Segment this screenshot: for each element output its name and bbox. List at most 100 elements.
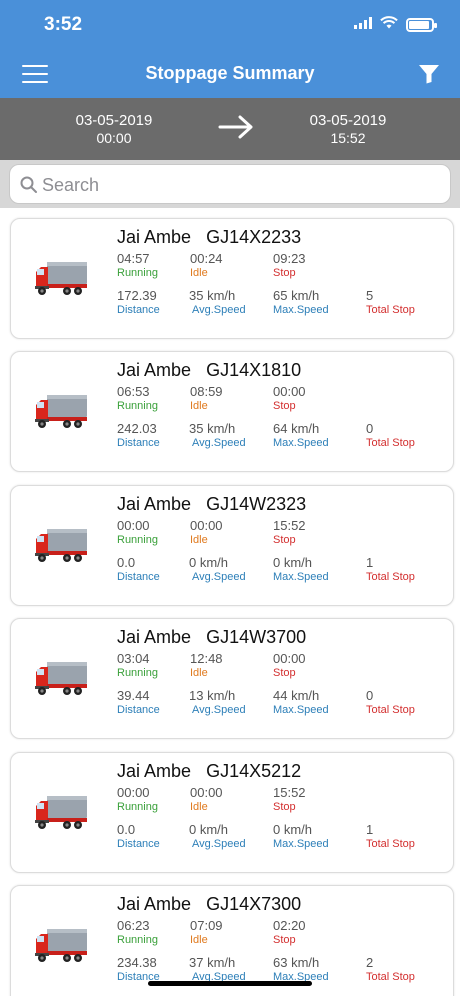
running-label: Running [117, 533, 158, 546]
running-value: 00:00 [117, 517, 150, 533]
distance-value: 0.0 [117, 554, 136, 570]
truck-icon [33, 259, 89, 302]
total-stop-value: 0 [366, 688, 374, 704]
running-cell: 00:00 Running [117, 518, 158, 546]
running-cell: 03:04 Running [117, 651, 158, 679]
distance-value: 172.39 [117, 288, 157, 303]
idle-value: 08:59 [190, 384, 223, 400]
vehicle-card[interactable]: Jai Ambe GJ14X1810 06:53 Running 08:59 I… [10, 351, 454, 473]
vehicle-card[interactable]: Jai Ambe GJ14X7300 06:23 Running 07:09 I… [10, 885, 454, 996]
vehicle-title: Jai Ambe GJ14X1810 [117, 360, 301, 381]
search-input[interactable] [42, 171, 442, 199]
idle-value: 12:48 [190, 651, 223, 667]
total-stop-cell: 5 Total Stop [366, 288, 415, 316]
from-time: 00:00 [96, 130, 132, 146]
total-stop-value: 0 [366, 421, 374, 437]
running-label: Running [117, 267, 158, 279]
stop-value: 15:52 [273, 784, 306, 800]
filter-funnel-icon[interactable] [418, 64, 440, 89]
distance-label: Distance [117, 304, 160, 316]
total-stop-cell: 0 Total Stop [366, 421, 415, 449]
vehicle-plate: GJ14W3700 [206, 627, 307, 648]
running-label: Running [117, 934, 158, 946]
max-speed-value: 63 km/h [273, 955, 320, 970]
to-time: 15:52 [330, 130, 366, 146]
idle-cell: 00:24 Idle [190, 251, 223, 279]
max-speed-label: Max.Speed [273, 570, 329, 583]
avg-speed-cell: 0 km/h Avg.Speed [189, 822, 246, 850]
stop-value: 15:52 [273, 517, 306, 533]
running-label: Running [117, 400, 158, 413]
to-date: 03-05-2019 [309, 112, 387, 129]
max-speed-cell: 64 km/h Max.Speed [273, 421, 329, 449]
avg-speed-value: 37 km/h [189, 955, 236, 970]
running-cell: 06:53 Running [117, 384, 158, 412]
max-speed-label: Max.Speed [273, 304, 329, 316]
distance-value: 242.03 [117, 421, 157, 437]
avg-speed-label: Avg.Speed [192, 304, 246, 316]
vehicle-plate: GJ14X7300 [206, 894, 302, 914]
avg-speed-value: 0 km/h [189, 554, 229, 570]
vehicle-card[interactable]: Jai Ambe GJ14X5212 00:00 Running 00:00 I… [10, 751, 454, 873]
idle-cell: 00:00 Idle [190, 785, 223, 813]
total-stop-cell: 2 Total Stop [366, 955, 415, 983]
idle-label: Idle [190, 800, 208, 813]
truck-icon [33, 659, 89, 702]
stop-value: 02:20 [273, 918, 306, 933]
running-value: 06:23 [117, 918, 150, 933]
idle-cell: 07:09 Idle [190, 918, 223, 946]
total-stop-label: Total Stop [366, 570, 415, 583]
status-icons [354, 16, 437, 34]
nav-bar: Stoppage Summary [0, 50, 460, 98]
search-box[interactable] [9, 164, 451, 204]
distance-cell: 0.0 Distance [117, 822, 160, 850]
vehicle-card[interactable]: Jai Ambe GJ14W2323 00:00 Running 00:00 I… [10, 484, 454, 606]
idle-label: Idle [190, 267, 208, 279]
avg-speed-cell: 35 km/h Avg.Speed [189, 421, 246, 449]
vehicle-card[interactable]: Jai Ambe GJ14X2233 04:57 Running 00:24 I… [10, 218, 454, 339]
idle-value: 00:24 [190, 251, 223, 266]
total-stop-label: Total Stop [366, 837, 415, 850]
idle-value: 07:09 [190, 918, 223, 933]
total-stop-label: Total Stop [366, 437, 415, 450]
vehicle-title: Jai Ambe GJ14X7300 [117, 894, 301, 915]
distance-label: Distance [117, 437, 160, 450]
max-speed-cell: 44 km/h Max.Speed [273, 688, 329, 716]
max-speed-value: 65 km/h [273, 288, 320, 303]
idle-value: 00:00 [190, 517, 223, 533]
idle-label: Idle [190, 533, 208, 546]
running-cell: 00:00 Running [117, 785, 158, 813]
running-cell: 04:57 Running [117, 251, 158, 279]
idle-cell: 08:59 Idle [190, 384, 223, 412]
vehicle-plate: GJ14X5212 [206, 760, 302, 781]
max-speed-label: Max.Speed [273, 704, 329, 717]
total-stop-label: Total Stop [366, 704, 415, 717]
avg-speed-value: 35 km/h [189, 421, 236, 437]
total-stop-value: 1 [366, 821, 374, 837]
vehicle-name: Jai Ambe [117, 227, 192, 247]
avg-speed-label: Avg.Speed [192, 437, 246, 450]
running-label: Running [117, 800, 158, 813]
truck-icon [33, 793, 89, 836]
arrow-right-icon [218, 115, 254, 144]
to-date-picker[interactable]: 03-05-2019 15:52 [278, 112, 418, 146]
status-time: 3:52 [44, 14, 83, 35]
avg-speed-label: Avg.Speed [192, 837, 246, 850]
stop-value: 09:23 [273, 251, 306, 266]
stop-label: Stop [273, 934, 296, 946]
idle-value: 00:00 [190, 784, 223, 800]
distance-value: 0.0 [117, 821, 136, 837]
running-value: 04:57 [117, 251, 150, 266]
home-indicator [148, 981, 312, 986]
vehicle-plate: GJ14X1810 [206, 360, 302, 381]
from-date-picker[interactable]: 03-05-2019 00:00 [44, 112, 184, 146]
vehicle-list[interactable]: Jai Ambe GJ14X2233 04:57 Running 00:24 I… [0, 208, 460, 996]
running-value: 00:00 [117, 784, 150, 800]
vehicle-card[interactable]: Jai Ambe GJ14W3700 03:04 Running 12:48 I… [10, 618, 454, 740]
idle-label: Idle [190, 667, 208, 680]
total-stop-value: 5 [366, 288, 374, 303]
truck-icon [33, 526, 89, 569]
stop-label: Stop [273, 533, 296, 546]
idle-label: Idle [190, 934, 208, 946]
truck-icon [33, 926, 89, 969]
